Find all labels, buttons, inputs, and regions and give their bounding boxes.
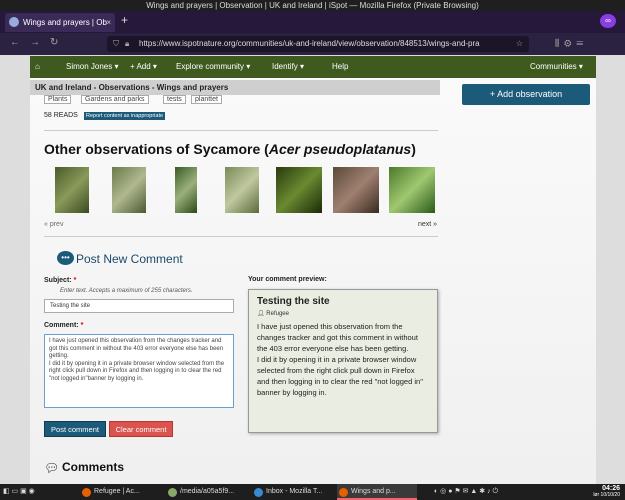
reads-count: 58 READS <box>44 112 78 119</box>
bookmark-star-icon[interactable]: ☆ <box>516 36 523 52</box>
new-tab-icon[interactable]: + <box>121 13 128 27</box>
observation-thumbnail[interactable] <box>175 167 197 213</box>
report-button[interactable]: Report content as inappropriate <box>84 112 166 120</box>
taskbar-item-active[interactable]: Wings and p... <box>337 484 417 500</box>
nav-add[interactable]: + Add ▾ <box>130 62 157 71</box>
observation-thumbnail[interactable] <box>112 167 146 213</box>
next-link[interactable]: next » <box>418 221 437 228</box>
taskbar-item[interactable]: Inbox - Mozilla T... <box>252 484 334 500</box>
other-observations-title: Other observations of Sycamore (Acer pse… <box>44 141 416 157</box>
comment-label: Comment: * <box>44 322 84 329</box>
post-comment-heading: Post New Comment <box>76 252 183 266</box>
window-title: Wings and prayers | Observation | UK and… <box>0 0 625 11</box>
tag[interactable]: planttet <box>191 95 222 104</box>
comment-textarea[interactable]: I have just opened this observation from… <box>44 334 234 408</box>
url-text: https://www.ispotnature.org/communities/… <box>139 39 480 48</box>
close-tab-icon[interactable]: × <box>106 13 111 32</box>
tab-bar: Wings and prayers | Ob × <box>0 11 625 33</box>
comment-preview: Testing the site 👤︎ Refugee I have just … <box>248 289 438 433</box>
breadcrumb: UK and Ireland - Observations - Wings an… <box>30 80 440 95</box>
firefox-icon <box>339 488 348 497</box>
comments-heading: Comments <box>62 460 125 474</box>
nav-user[interactable]: Simon Jones ▾ <box>66 62 118 71</box>
divider <box>44 236 438 237</box>
firefox-icon <box>82 488 91 497</box>
comments-icon: 💬︎ <box>44 461 60 475</box>
add-observation-button[interactable]: + Add observation <box>462 84 590 105</box>
observation-thumbnail[interactable] <box>225 167 259 213</box>
preview-title: Testing the site <box>257 296 330 307</box>
observation-thumbnail[interactable] <box>276 167 322 213</box>
thunderbird-icon <box>254 488 263 497</box>
nav-communities[interactable]: Communities ▾ <box>530 62 583 71</box>
prev-link[interactable]: « prev <box>44 221 63 228</box>
clock: 04:26 lør 10/10/20 <box>593 485 620 498</box>
toolbar-icons[interactable]: ⫼ ⚙ ☰ <box>555 38 583 49</box>
taskbar-launchers[interactable]: ◧ ▭ ▣ ◉ <box>0 484 64 500</box>
site-navigation: ⌂ Simon Jones ▾ + Add ▾ Explore communit… <box>30 56 596 78</box>
nav-help[interactable]: Help <box>332 62 348 71</box>
browser-tab[interactable]: Wings and prayers | Ob × <box>5 13 115 32</box>
url-bar[interactable]: ⛉ 🔒︎ https://www.ispotnature.org/communiti… <box>107 36 529 52</box>
taskbar-item[interactable]: Refugee | Ac... <box>80 484 162 500</box>
taskbar: ◧ ▭ ▣ ◉ Refugee | Ac... /media/a05a5f9..… <box>0 484 625 500</box>
tab-label: Wings and prayers | Ob <box>23 18 107 27</box>
forward-icon[interactable]: → <box>30 37 40 48</box>
ispot-favicon-icon <box>9 17 19 27</box>
preview-label: Your comment preview: <box>248 276 327 283</box>
observation-thumbnail[interactable] <box>55 167 89 213</box>
preview-user: 👤︎ Refugee <box>257 311 289 317</box>
tag[interactable]: Plants <box>44 95 72 104</box>
subject-input[interactable]: Testing the site <box>44 299 234 313</box>
lock-icon: 🔒︎ <box>125 39 130 48</box>
tag[interactable]: Gardens and parks <box>81 95 149 104</box>
tag[interactable]: tests <box>163 95 186 104</box>
preview-body: I have just opened this observation from… <box>257 322 423 397</box>
shield-icon: ⛉ <box>113 39 119 48</box>
nav-explore[interactable]: Explore community ▾ <box>176 62 250 71</box>
home-icon[interactable]: ⌂ <box>35 62 40 71</box>
comment-bubble-icon: ••• <box>57 251 74 265</box>
nav-identify[interactable]: Identify ▾ <box>272 62 304 71</box>
subject-label: Subject: * <box>44 277 77 284</box>
user-icon: 👤︎ <box>257 311 265 317</box>
back-icon[interactable]: ← <box>10 37 20 48</box>
subject-hint: Enter text. Accepts a maximum of 255 cha… <box>60 288 193 294</box>
system-tray[interactable]: ◐ ◎ ● ⚑ ✉ ▲ ✱ ♪ ⏻ <box>430 484 580 500</box>
image-viewer-icon <box>168 488 177 497</box>
clear-comment-button[interactable]: Clear comment <box>109 421 173 437</box>
reload-icon[interactable]: ↻ <box>50 37 58 48</box>
observation-thumbnail[interactable] <box>333 167 379 213</box>
observation-thumbnail[interactable] <box>389 167 435 213</box>
post-comment-button[interactable]: Post comment <box>44 421 106 437</box>
taskbar-item[interactable]: /media/a05a5f9... <box>166 484 248 500</box>
divider <box>44 130 438 131</box>
private-browsing-icon: ∞ <box>600 14 616 28</box>
